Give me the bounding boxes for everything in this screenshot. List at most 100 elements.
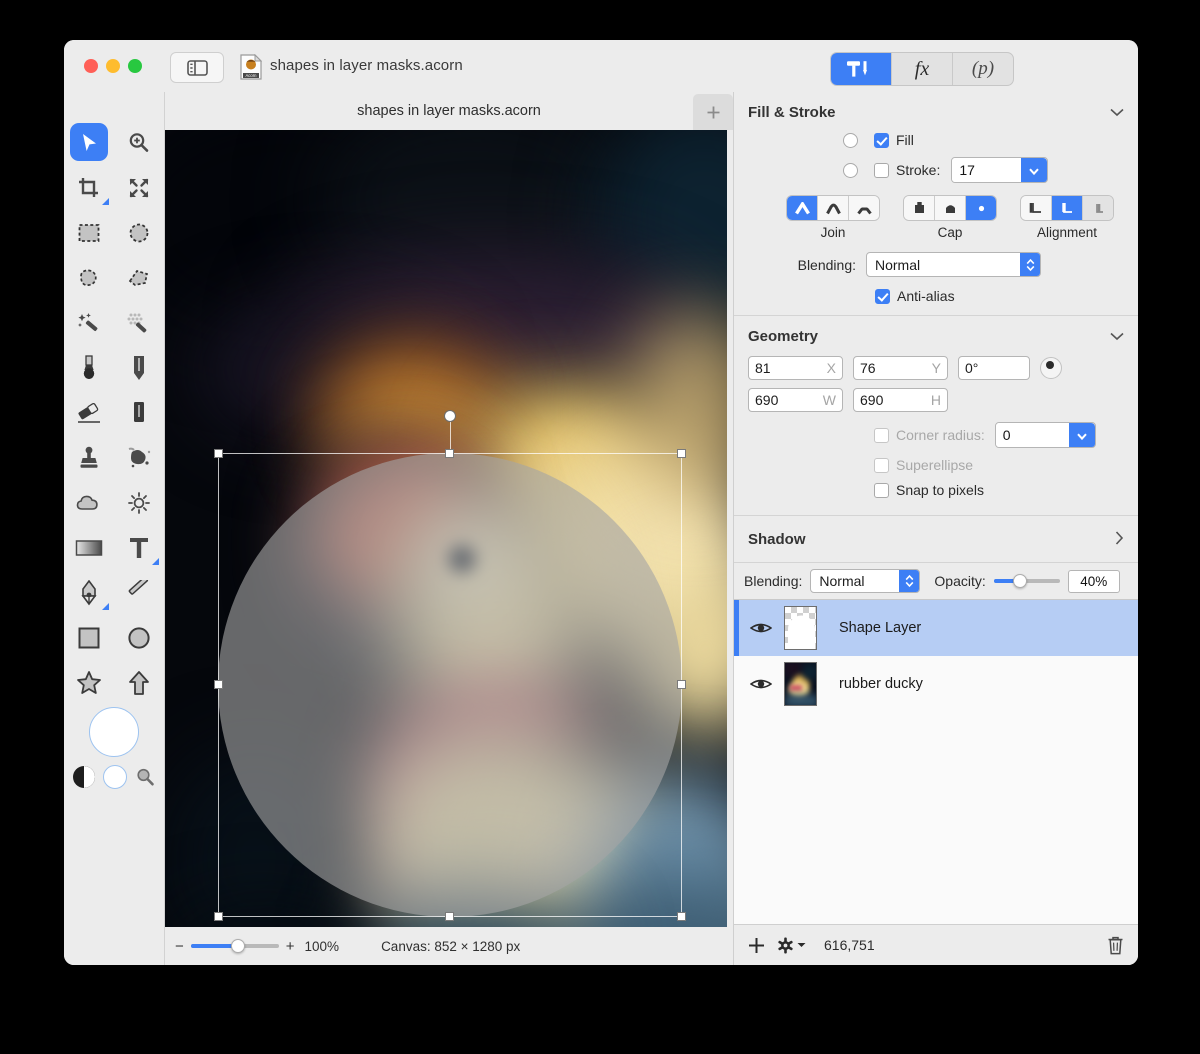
corner-radius-input[interactable]: 0 [995,423,1069,447]
tab-tools-inspector[interactable] [831,53,892,85]
chevron-right-icon[interactable] [1115,530,1124,548]
tool-submenu-indicator[interactable] [102,198,109,205]
tool-bezier-pen-tool[interactable] [64,570,114,615]
add-tab-button[interactable] [693,94,733,130]
layer-name[interactable]: Shape Layer [839,620,921,636]
cap-round-button[interactable] [966,196,996,220]
tool-zoom-tool[interactable] [114,120,164,165]
canvas-tab-title[interactable]: shapes in layer masks.acorn [357,103,541,119]
zoom-button[interactable] [128,59,142,73]
join-miter-button[interactable] [787,196,818,220]
small-circle-icon[interactable] [103,765,127,789]
cap-segmented[interactable] [903,195,997,221]
tab-presets-inspector[interactable]: (p) [953,53,1013,85]
width-field[interactable]: 690 W [748,388,843,412]
tool-submenu-indicator[interactable] [152,558,159,565]
chevron-down-icon[interactable] [1110,105,1124,120]
layer-thumbnail-shape[interactable] [784,606,817,650]
layers-list[interactable]: Shape Layer rubber ducky [734,600,1138,924]
height-field[interactable]: 690 H [853,388,948,412]
stroke-width-dropdown-button[interactable] [1021,158,1048,182]
stroke-width-input[interactable]: 17 [952,158,1022,182]
superellipse-checkbox[interactable] [874,457,889,473]
join-bevel-button[interactable] [849,196,879,220]
eye-icon[interactable] [750,677,772,691]
tool-star-shape-tool[interactable] [64,660,114,705]
layer-thumbnail-photo[interactable] [784,662,817,706]
handle-bottom-left[interactable] [214,912,223,921]
y-field[interactable]: 76 Y [853,356,948,380]
x-field[interactable]: 81 X [748,356,843,380]
opacity-value-field[interactable]: 40% [1067,569,1120,593]
trash-icon[interactable] [1107,936,1124,955]
antialias-checkbox[interactable] [875,288,890,304]
chevron-down-icon[interactable] [1110,329,1124,344]
corner-radius-stepper[interactable]: 0 [994,422,1096,448]
corner-radius-dropdown-button[interactable] [1068,423,1095,447]
tool-magic-wand-tool[interactable] [64,300,114,345]
handle-bottom-center[interactable] [445,912,454,921]
tool-clone-stamp-tool[interactable] [64,435,114,480]
fill-checkbox[interactable] [874,132,889,148]
shadow-section-header[interactable]: Shadow [734,516,1138,562]
tool-gradient-tool[interactable] [64,525,114,570]
handle-top-left[interactable] [214,449,223,458]
handle-bottom-right[interactable] [677,912,686,921]
eye-icon[interactable] [750,621,772,635]
tab-filters-inspector[interactable]: fx [892,53,953,85]
zoom-in-button[interactable]: + [286,938,295,955]
tool-blur-tool[interactable] [64,480,114,525]
minimize-button[interactable] [106,59,120,73]
geometry-section-header[interactable]: Geometry [734,316,1138,356]
tool-pencil-tool[interactable] [114,345,164,390]
stroke-width-stepper[interactable]: 17 [951,157,1049,183]
handle-middle-right[interactable] [677,680,686,689]
alignment-inside-button[interactable] [1021,196,1052,220]
fill-stroke-section-header[interactable]: Fill & Stroke [734,92,1138,132]
zoom-out-button[interactable]: − [175,938,184,955]
selection-bounding-box[interactable] [214,410,686,921]
stroke-checkbox[interactable] [874,162,889,178]
handle-top-center[interactable] [445,449,454,458]
tool-submenu-indicator[interactable] [102,603,109,610]
layer-settings-menu[interactable] [777,937,806,954]
inspector-segmented-control[interactable]: fx (p) [830,52,1014,86]
fill-color-radio[interactable] [843,132,858,148]
yin-yang-icon[interactable] [73,766,95,788]
blending-mode-popup[interactable]: Normal [866,252,1041,277]
zoom-slider[interactable] [190,939,279,953]
layer-blending-popup[interactable]: Normal [810,569,921,593]
tool-sharpen-tool[interactable] [114,480,164,525]
tool-crop-tool[interactable] [64,165,114,210]
anchor-point-icon[interactable] [1040,357,1062,379]
layer-row-shape-layer[interactable]: Shape Layer [734,600,1138,656]
alignment-center-button[interactable] [1052,196,1083,220]
layer-row-rubber-ducky[interactable]: rubber ducky [734,656,1138,712]
tool-rectangle-shape-tool[interactable] [64,615,114,660]
tool-rect-select-tool[interactable] [64,210,114,255]
tool-smudge-tool[interactable] [114,390,164,435]
foreground-color-swatch[interactable] [89,707,139,757]
tool-polygon-lasso-tool[interactable] [114,255,164,300]
canvas-image[interactable] [165,130,727,927]
rotation-field[interactable]: 0° [958,356,1030,380]
corner-radius-checkbox[interactable] [874,427,889,443]
rotation-handle[interactable] [444,410,456,422]
cap-square-button[interactable] [935,196,966,220]
handle-top-right[interactable] [677,449,686,458]
tool-text-tool[interactable] [114,525,164,570]
snap-to-pixels-checkbox[interactable] [874,482,889,498]
tool-ellipse-shape-tool[interactable] [114,615,164,660]
tool-brush-tool[interactable] [64,345,114,390]
sidebar-toggle-button[interactable] [170,52,224,83]
magnifier-icon[interactable] [135,767,155,787]
zoom-slider-group[interactable]: − + [175,938,295,955]
tool-line-tool[interactable] [114,570,164,615]
tool-move-tool[interactable] [64,120,114,165]
close-button[interactable] [84,59,98,73]
layer-name[interactable]: rubber ducky [839,676,923,692]
tool-ellipse-select-tool[interactable] [114,210,164,255]
tool-transform-tool[interactable] [114,165,164,210]
alignment-outside-button[interactable] [1083,196,1113,220]
tool-lasso-tool[interactable] [64,255,114,300]
